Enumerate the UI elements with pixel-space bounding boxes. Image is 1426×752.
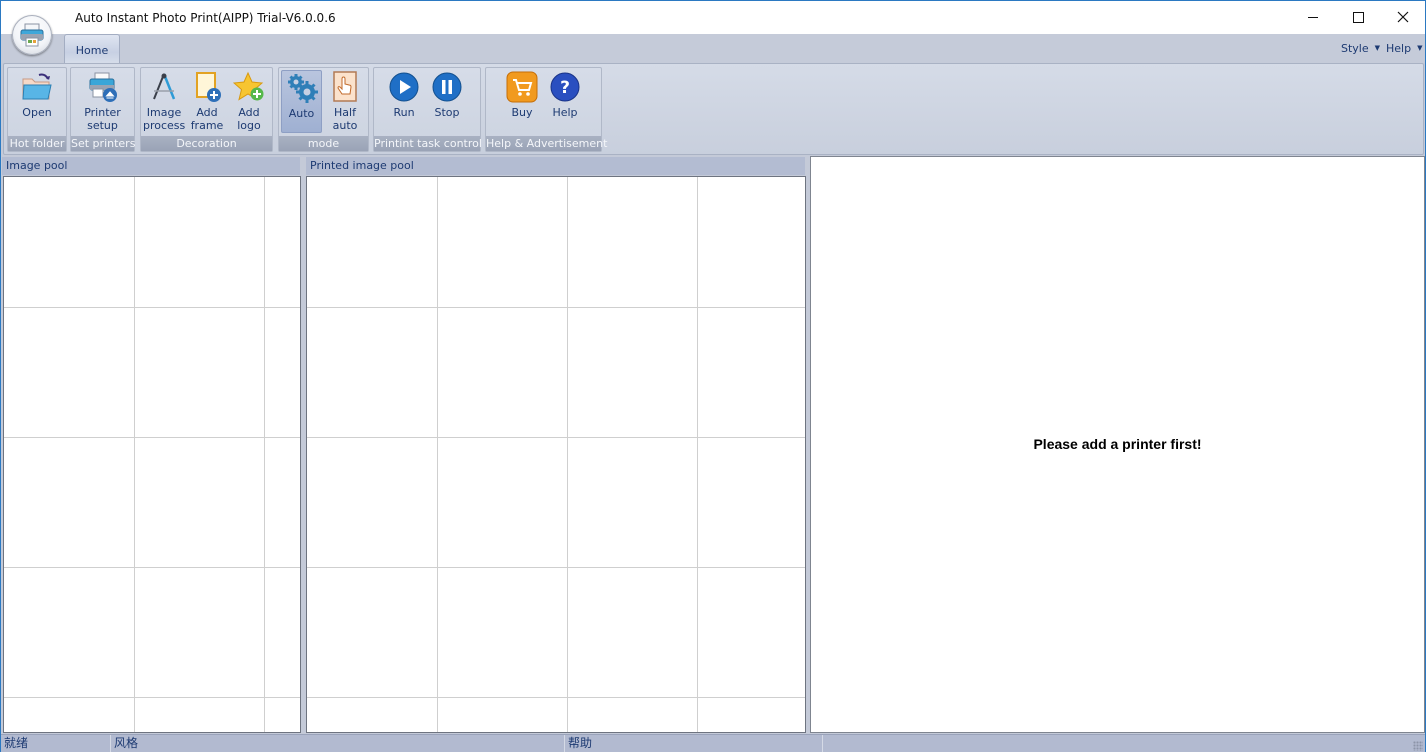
maximize-button[interactable] [1335,1,1381,33]
open-label: Open [22,106,52,119]
group-label-help-advertisement: Help & Advertisement [486,136,608,151]
grid-line [567,177,568,732]
group-label-set-printers: Set printers [71,136,136,151]
svg-text:?: ? [560,78,570,98]
add-frame-label-2: frame [190,119,224,132]
add-logo-star-icon [233,71,264,101]
image-pool-grid[interactable] [3,176,301,733]
open-button[interactable]: Open [10,70,64,133]
group-mode: Auto Half auto mode [278,67,369,152]
status-ready: 就绪 [1,735,111,752]
print-preview-pane: Please add a printer first! [810,156,1425,733]
minimize-button[interactable] [1290,1,1336,33]
status-empty [823,735,1413,752]
stop-button[interactable]: Stop [427,70,467,133]
image-pool-header: Image pool [2,157,300,175]
add-frame-label-1: Add [196,106,218,119]
help-label: Help [552,106,578,119]
group-hot-folder: Open Hot folder [7,67,67,152]
add-frame-button[interactable]: Add frame [187,70,227,133]
question-icon: ? [550,72,580,102]
printer-setup-label-2: setup [87,119,118,132]
app-menu-button[interactable] [12,15,52,55]
grid-line [4,307,300,308]
grid-line [307,697,805,698]
grid-line [307,437,805,438]
resize-grip-icon[interactable] [1413,741,1423,751]
grid-line [264,177,265,732]
grid-line [697,177,698,732]
grid-line [4,437,300,438]
add-logo-button[interactable]: Add logo [229,70,269,133]
group-label-hot-folder: Hot folder [8,136,66,151]
pause-icon [432,72,462,102]
group-set-printers: Printer setup Set printers [70,67,135,152]
gears-icon [287,74,318,103]
window-title: Auto Instant Photo Print(AIPP) Trial-V6.… [75,11,336,25]
group-label-mode: mode [279,136,368,151]
image-process-label-2: process [143,119,186,132]
style-menu-label: Style [1341,42,1369,55]
maximize-icon [1352,11,1364,23]
app-window: Auto Instant Photo Print(AIPP) Trial-V6.… [0,0,1426,752]
group-label-print-task-control: Printint task control [374,136,482,151]
ribbon-tab-row: Home Style ▼ Help ▼ [1,34,1425,64]
help-button[interactable]: ? Help [545,70,585,133]
title-bar: Auto Instant Photo Print(AIPP) Trial-V6.… [1,1,1425,34]
printed-image-pool-grid[interactable] [306,176,806,733]
help-menu-label: Help [1386,42,1412,55]
grid-line [134,177,135,732]
compass-icon [153,73,176,100]
half-auto-mode-button[interactable]: Half auto [325,70,365,133]
run-label: Run [393,106,415,119]
half-auto-label-2: auto [332,119,358,132]
printed-image-pool-header: Printed image pool [306,157,805,175]
folder-open-icon [22,73,52,100]
printer-app-icon [20,23,44,47]
hand-pointer-icon [333,71,357,102]
chevron-down-icon: ▼ [1374,44,1381,52]
auto-mode-button[interactable]: Auto [281,70,322,133]
chevron-down-icon: ▼ [1417,44,1423,52]
help-menu[interactable]: Help ▼ [1386,42,1422,55]
status-style: 风格 [111,735,565,752]
add-frame-icon [196,72,221,102]
run-button[interactable]: Run [384,70,424,133]
printer-setup-button[interactable]: Printer setup [73,70,132,133]
play-icon [389,72,419,102]
shopping-cart-icon [506,71,538,103]
image-process-button[interactable]: Image process [143,70,185,133]
add-logo-label-1: Add [238,106,260,119]
add-logo-label-2: logo [237,119,261,132]
grid-line [307,307,805,308]
buy-button[interactable]: Buy [502,70,542,133]
tab-home[interactable]: Home [64,34,120,64]
image-process-label-1: Image [146,106,182,119]
status-help: 帮助 [565,735,823,752]
grid-line [437,177,438,732]
half-auto-label-1: Half [334,106,356,119]
close-icon [1397,11,1409,23]
group-print-task-control: Run Stop Printint task control [373,67,482,152]
group-decoration: Image process Add frame Add logo Decorat… [140,67,273,152]
printer-setup-icon [89,72,117,102]
group-help-advertisement: Buy ? Help Help & Advertisement [485,67,608,152]
grid-line [4,567,300,568]
auto-label: Auto [288,107,315,120]
preview-message: Please add a printer first! [1033,436,1202,452]
grid-line [4,697,300,698]
status-bar: 就绪 风格 帮助 [1,734,1425,752]
stop-label: Stop [434,106,460,119]
style-menu[interactable]: Style ▼ [1341,42,1380,55]
printer-setup-label-1: Printer [84,106,121,119]
ribbon: Open Hot folder Printer setup Set printe… [3,63,1424,155]
close-button[interactable] [1380,1,1426,33]
buy-label: Buy [511,106,533,119]
minimize-icon [1308,16,1318,18]
grid-line [307,567,805,568]
group-label-decoration: Decoration [141,136,272,151]
